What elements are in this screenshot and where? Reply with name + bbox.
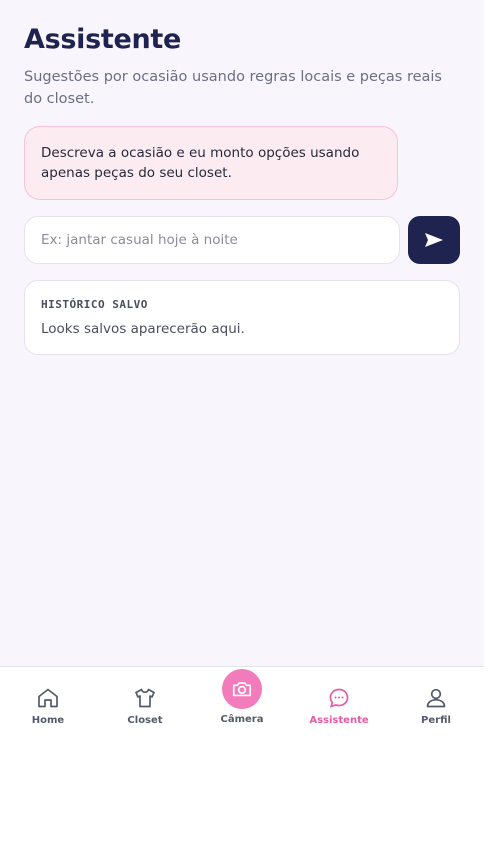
nav-item-perfil[interactable]: Perfil [388, 667, 484, 737]
nav-label-perfil: Perfil [421, 715, 451, 726]
camera-icon [232, 682, 252, 697]
saved-history-title: HISTÓRICO SALVO [41, 298, 148, 311]
nav-item-assistente[interactable]: Assistente [291, 667, 387, 737]
occasion-input[interactable] [24, 216, 400, 264]
home-icon [38, 688, 58, 708]
user-icon [426, 688, 446, 708]
saved-history-card: HISTÓRICO SALVO Looks salvos aparecerão … [24, 280, 460, 355]
nav-item-home[interactable]: Home [0, 667, 96, 737]
nav-item-closet[interactable]: Closet [97, 667, 193, 737]
nav-label-home: Home [31, 715, 65, 726]
page-title: Assistente [24, 24, 182, 55]
app-screen: Assistente Sugestões por ocasião usando … [0, 0, 484, 666]
send-icon [425, 233, 443, 247]
page-subtitle: Sugestões por ocasião usando regras loca… [24, 69, 442, 107]
nav-label-camera: Câmera [220, 714, 264, 725]
send-button[interactable] [408, 216, 460, 264]
camera-button[interactable] [222, 669, 262, 709]
saved-history-empty-text: Looks salvos aparecerão aqui. [41, 321, 245, 337]
nav-label-closet: Closet [127, 715, 163, 726]
assistant-message-bubble: Descreva a ocasião e eu monto opções usa… [24, 126, 398, 200]
chat-icon [329, 688, 349, 708]
nav-label-assistente: Assistente [309, 715, 369, 726]
shirt-icon [135, 688, 155, 708]
nav-item-camera[interactable]: Câmera [194, 667, 290, 737]
bottom-nav: Home Closet Câmera Assistente Perfil [0, 666, 484, 736]
